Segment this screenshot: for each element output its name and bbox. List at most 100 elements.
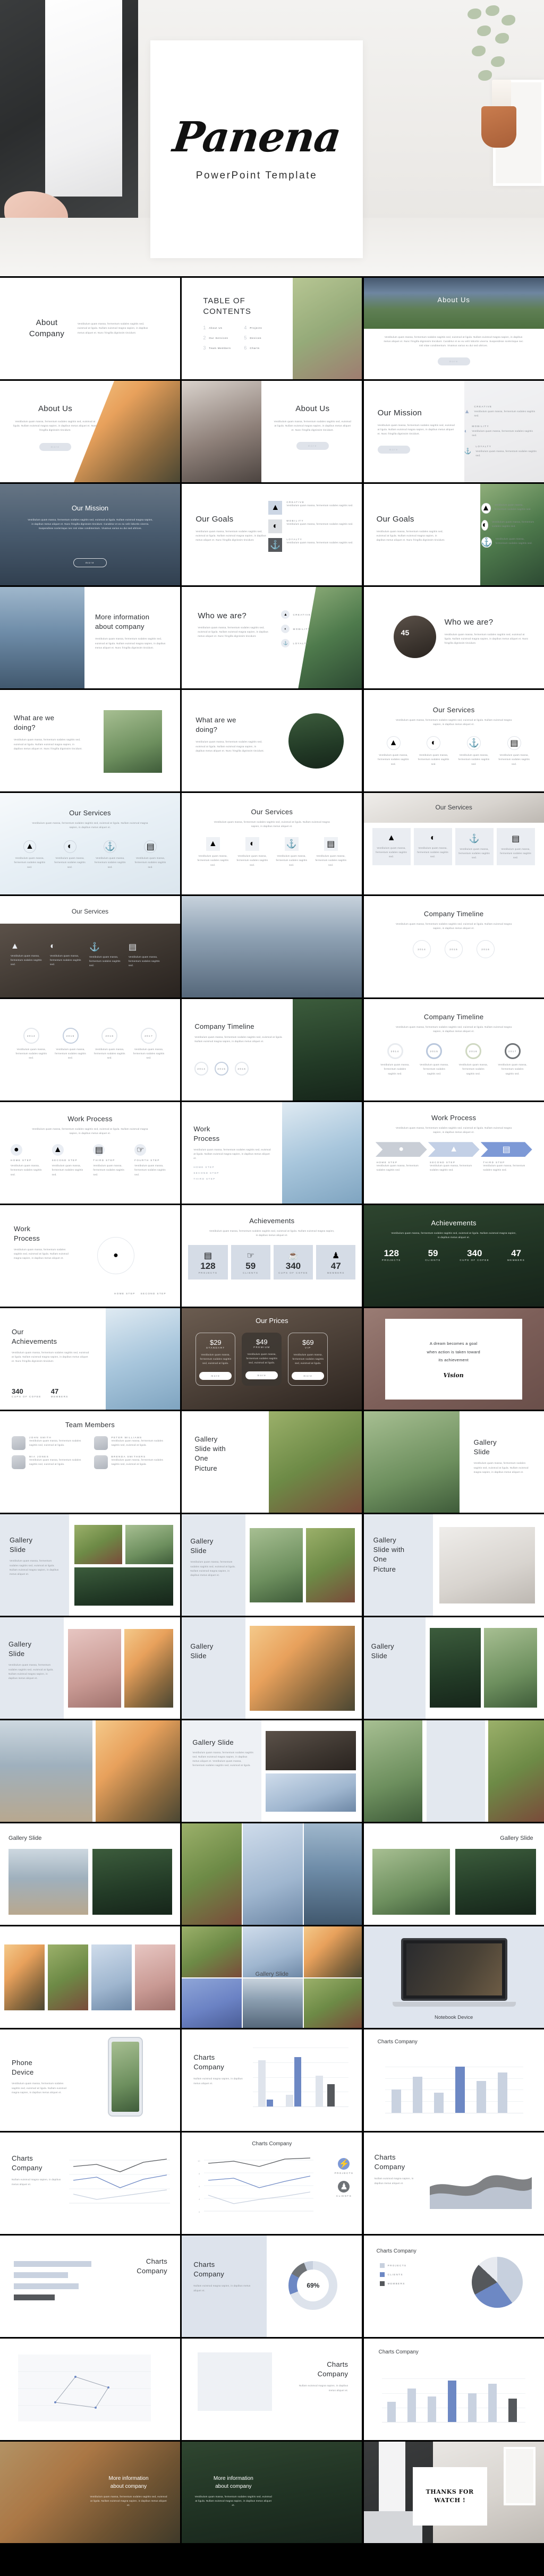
service-text: Vestibulum quam massa, fermentum sodales… [498, 754, 530, 765]
more-button[interactable]: more [437, 357, 470, 365]
slide-charts-donut[interactable]: Charts Company Nullam euismod magna sapi… [182, 2236, 362, 2337]
more-button[interactable]: more [296, 442, 329, 450]
timeline-body: Vestibulum quam massa, fermentum sodales… [396, 923, 512, 930]
slide-gallery-g[interactable] [0, 1720, 180, 1822]
slide-team-members[interactable]: Team Members JOHN SMITH Vestibulum quam m… [0, 1411, 180, 1513]
toc-item-4[interactable]: 4 Projects [244, 325, 277, 330]
slide-work-process-d[interactable]: Work Process Vestibulum quam massa, ferm… [0, 1205, 180, 1307]
price-cta-button[interactable]: more [199, 1372, 232, 1380]
slide-gallery-e[interactable]: Gallery Slide [182, 1617, 362, 1719]
more-button[interactable]: more [73, 558, 107, 567]
slide-our-prices[interactable]: Our Prices $29 STANDART Vestibulum quam … [182, 1308, 362, 1410]
slide-our-services-c[interactable]: Our Services Vestibulum quam massa, ferm… [182, 793, 362, 894]
slide-who-we-are-a[interactable]: Who we are? Vestibulum quam massa, ferme… [182, 587, 362, 688]
slide-work-process-a[interactable]: Work Process Vestibulum quam massa, ferm… [0, 1102, 180, 1204]
price-card[interactable]: $29 STANDART Vestibulum quam massa, ferm… [196, 1333, 236, 1386]
slide-quote[interactable]: A dream becomes a goal when action is ta… [363, 1308, 544, 1410]
toc-item-6[interactable]: 6 Charts [244, 345, 277, 351]
slide-gallery-l[interactable]: Gallery Slide [363, 1823, 544, 1925]
slide-achievements-a[interactable]: Achievements Vestibulum quam massa, ferm… [182, 1205, 362, 1307]
service-text: Vestibulum quam massa, fermentum sodales… [500, 848, 532, 859]
slide-charts-pie[interactable]: Charts Company PROJECTS CLIENTS MEMBERS [363, 2236, 544, 2337]
slide-charts-bar-b[interactable]: Charts Company [363, 2029, 544, 2131]
slide-our-goals-b[interactable]: Our Goals Vestibulum quam massa, ferment… [363, 484, 544, 585]
service-card[interactable]: ▲ Vestibulum quam massa, fermentum sodal… [372, 828, 411, 866]
slide-charts-line-a[interactable]: Charts Company Nullam euismod magna sapi… [0, 2133, 180, 2234]
slide-gallery-k[interactable] [182, 1823, 362, 1925]
slide-our-services-d[interactable]: Our Services ▲ Vestibulum quam massa, fe… [363, 793, 544, 894]
more-button[interactable]: more [39, 443, 72, 451]
price-card[interactable]: $49 PREMIUM Vestibulum quam massa, ferme… [242, 1333, 282, 1386]
slide-company-timeline-c[interactable]: Company Timeline Vestibulum quam massa, … [182, 999, 362, 1101]
toc-item-3[interactable]: 3 Team Members [203, 345, 236, 351]
service-card[interactable]: ◐ Vestibulum quam massa, fermentum sodal… [413, 828, 452, 866]
price-card[interactable]: $69 VIP Vestibulum quam massa, fermentum… [288, 1333, 328, 1386]
slide-charts-bar-c[interactable]: Charts Company Nullam euismod magna sapi… [182, 2339, 362, 2440]
anchor-icon: ⚓ [281, 639, 290, 647]
slide-about-company[interactable]: About Company Vestibulum quam massa, fer… [0, 278, 180, 379]
timeline-text: Vestibulum quam massa, fermentum sodales… [94, 1048, 125, 1060]
slide-our-goals-a[interactable]: Our Goals Vestibulum quam massa, ferment… [182, 484, 362, 585]
slide-thanks-for-watch[interactable]: THANKS FOR WATCH ! [363, 2442, 544, 2543]
slide-phone-device[interactable]: Phone Device Vestibulum quam massa, ferm… [0, 2029, 180, 2131]
slide-work-process-b[interactable]: Work Process Vestibulum quam massa, ferm… [182, 1102, 362, 1204]
slide-about-us-diagonal[interactable]: About Us Vestibulum quam massa, fermentu… [0, 381, 180, 482]
price-value: $29 [209, 1338, 222, 1346]
slide-gallery-j[interactable]: Gallery Slide [0, 1823, 180, 1925]
service-card[interactable]: ⚓ Vestibulum quam massa, fermentum sodal… [455, 828, 494, 866]
slide-gallery-d[interactable]: Gallery Slide Vestibulum quam massa, fer… [0, 1617, 180, 1719]
gallery-body: Vestibulum quam massa, fermentum sodales… [192, 1751, 254, 1767]
slide-charts-line-b[interactable]: Charts Company 10 8 6 4 0 ⚡ PROJECTS ♟ C… [182, 2133, 362, 2234]
slide-charts-area[interactable]: Charts Company Nullam euismod magna sapi… [363, 2133, 544, 2234]
slide-about-us-photo[interactable]: About Us Vestibulum quam massa, fermentu… [363, 278, 544, 379]
slide-more-information[interactable]: More information about company Vestibulu… [0, 587, 180, 688]
slide-gallery-c[interactable]: Gallery Slide Vestibulum quam massa, fer… [182, 1514, 362, 1616]
slide-more-info-photo-a[interactable]: More information about company Vestibulu… [0, 2442, 180, 2543]
toc-item-5[interactable]: 5 Devices [244, 335, 277, 340]
slide-our-services-e[interactable]: Our Services ▲ Vestibulum quam massa, fer… [0, 896, 180, 997]
slide-our-achievements[interactable]: Our Achievements Vestibulum quam massa, … [0, 1308, 180, 1410]
monitor-icon: ▤ [203, 1251, 212, 1261]
more-button[interactable]: more [377, 446, 410, 454]
slide-achievements-b[interactable]: Achievements Vestibulum quam massa, ferm… [363, 1205, 544, 1307]
slide-gallery-mosaic-a[interactable] [0, 1926, 180, 2028]
slide-our-services-a[interactable]: Our Services Vestibulum quam massa, ferm… [363, 690, 544, 791]
slide-gallery-mosaic-b[interactable]: Gallery Slide [182, 1926, 362, 2028]
slide-more-info-photo-b[interactable]: More information about company Vestibulu… [182, 2442, 362, 2543]
slide-our-services-b[interactable]: Our Services Vestibulum quam massa, ferm… [0, 793, 180, 894]
slide-who-we-are-b[interactable]: 45 Who we are? Vestibulum quam massa, fe… [363, 587, 544, 688]
slide-about-us-split[interactable]: About Us Vestibulum quam massa, fermentu… [182, 381, 362, 482]
toc-item-2[interactable]: 2 Our Services [203, 335, 236, 340]
slide-charts-bar-d[interactable]: Charts Company [363, 2339, 544, 2440]
slide-gallery-a[interactable]: Gallery Slide Vestibulum quam massa, fer… [363, 1411, 544, 1513]
slide-charts-bar-a[interactable]: Charts Company Nullam euismod magna sapi… [182, 2029, 362, 2131]
slide-our-mission-dark[interactable]: Our Mission Vestibulum quam massa, ferme… [0, 484, 180, 585]
slide-gallery-one-picture[interactable]: Gallery Slide with One Picture [182, 1411, 362, 1513]
our-services-body: Vestibulum quam massa, fermentum sodales… [396, 719, 512, 726]
slide-charts-scatter[interactable] [0, 2339, 180, 2440]
slide-charts-hbar[interactable]: Charts Company [0, 2236, 180, 2337]
price-cta-button[interactable]: more [245, 1371, 278, 1380]
slide-gallery-f[interactable]: Gallery Slide [363, 1617, 544, 1719]
slide-gallery-b[interactable]: Gallery Slide Vestibulum quam massa, fer… [0, 1514, 180, 1616]
slide-company-timeline-a[interactable]: Company Timeline Vestibulum quam massa, … [363, 896, 544, 997]
slide-gallery-one-picture-b[interactable]: Gallery Slide with One Picture [363, 1514, 544, 1616]
slide-our-mission[interactable]: Our Mission Vestibulum quam massa, ferme… [363, 381, 544, 482]
slide-company-timeline-d[interactable]: Company Timeline Vestibulum quam massa, … [363, 999, 544, 1101]
price-cta-button[interactable]: more [292, 1372, 325, 1380]
slide-what-doing-a[interactable]: What are we doing? Vestibulum quam massa… [0, 690, 180, 791]
slide-gallery-i[interactable] [363, 1720, 544, 1822]
slide-gallery-mountain[interactable] [182, 896, 362, 997]
toc-item-1[interactable]: 1 About Us [203, 325, 236, 330]
service-card[interactable]: ▤ Vestibulum quam massa, fermentum sodal… [496, 828, 535, 866]
gallery-title-2: Slide [190, 1652, 207, 1660]
slide-company-timeline-b[interactable]: 2014 Vestibulum quam massa, fermentum so… [0, 999, 180, 1101]
slide-gallery-h[interactable]: Gallery Slide Vestibulum quam massa, fer… [182, 1720, 362, 1822]
slide-notebook-device[interactable]: Notebook Device [363, 1926, 544, 2028]
anchor-icon: ⚓ [469, 834, 480, 843]
member-text: Vestibulum quam massa, fermentum sodales… [29, 1458, 81, 1466]
slide-table-of-contents[interactable]: TABLE OF CONTENTS 1 About Us 4 Projects … [182, 278, 362, 379]
slide-what-doing-b[interactable]: What are we doing? Vestibulum quam massa… [182, 690, 362, 791]
stat-card: ☞ 59 CLIENTS [231, 1245, 270, 1280]
slide-work-process-c[interactable]: Work Process Vestibulum quam massa, ferm… [363, 1102, 544, 1204]
